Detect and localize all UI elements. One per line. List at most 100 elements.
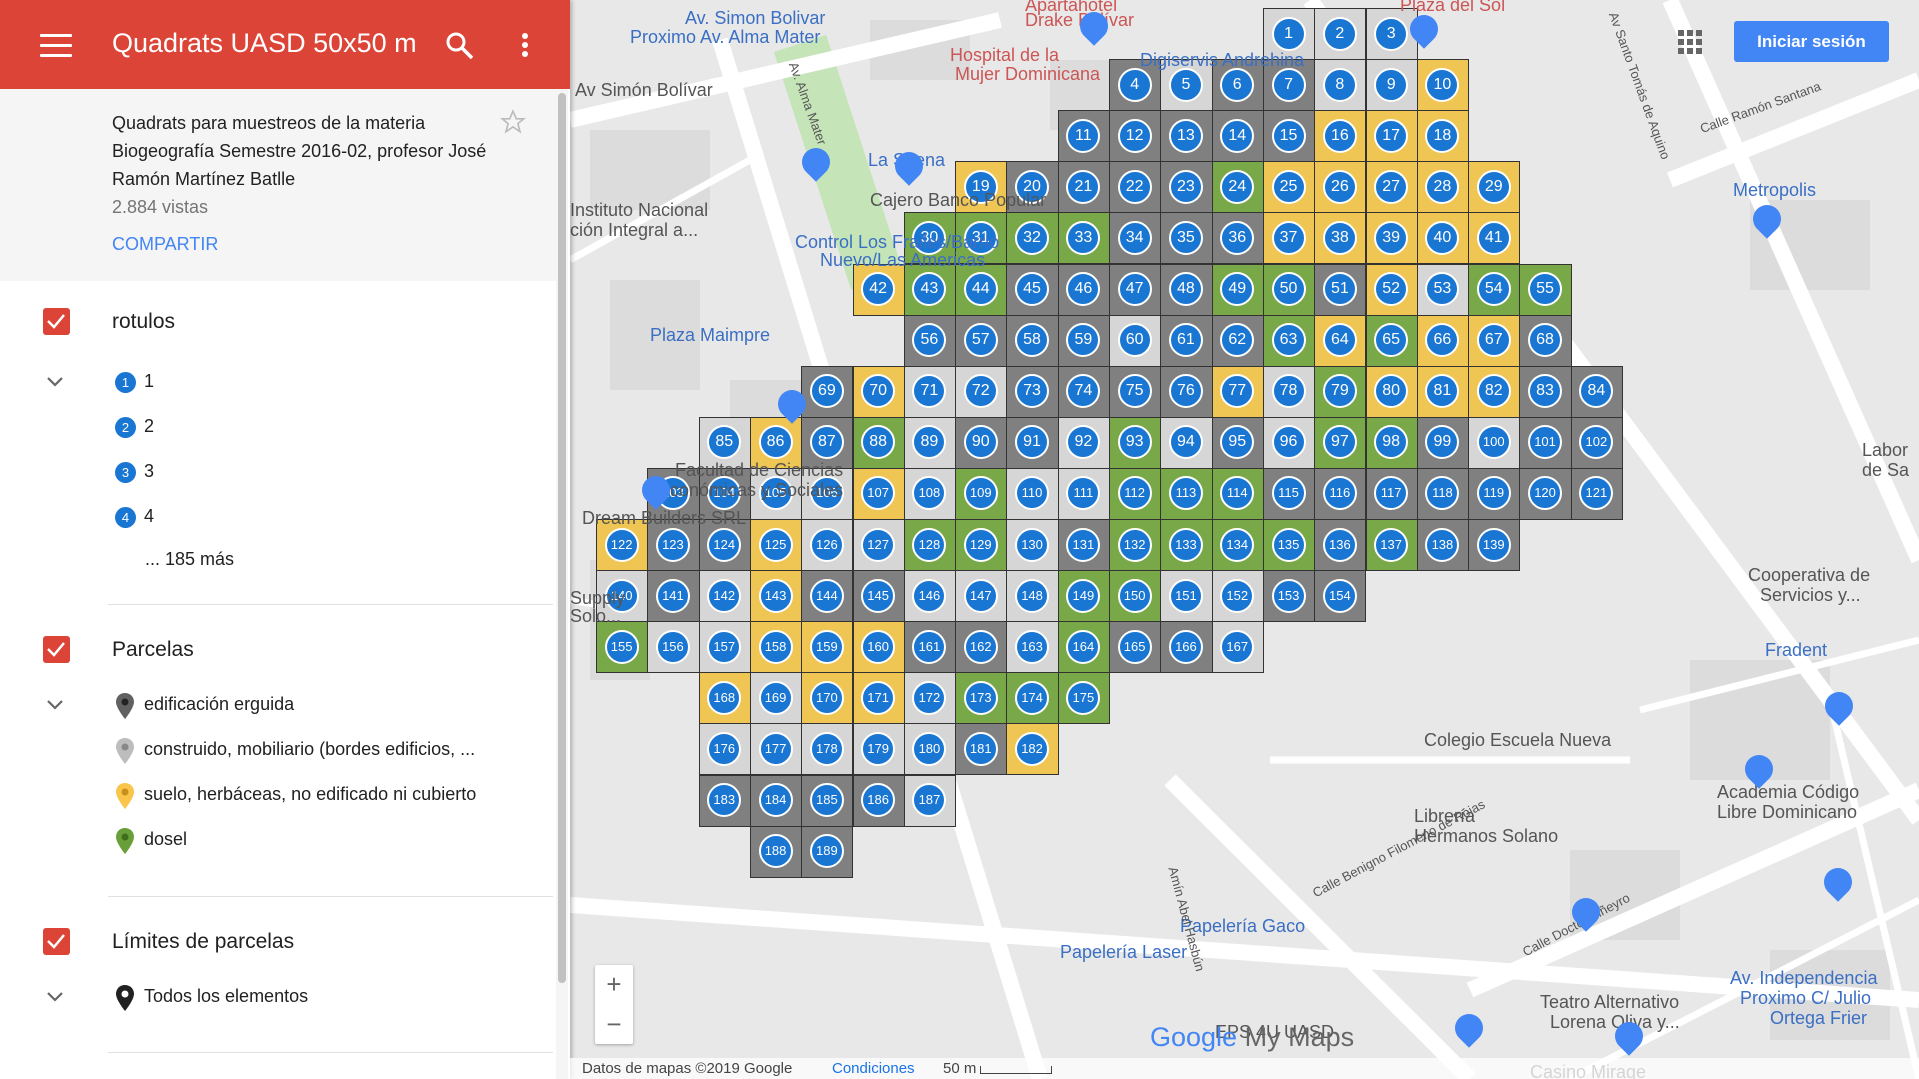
quadrat-label-marker[interactable]: 79 <box>1322 374 1357 409</box>
quadrat-label-marker[interactable]: 169 <box>758 680 793 715</box>
quadrat-label-marker[interactable]: 143 <box>758 578 793 613</box>
quadrat-label-marker[interactable]: 82 <box>1476 374 1511 409</box>
place-label[interactable]: Servicios y... <box>1760 585 1861 606</box>
place-label[interactable]: Plaza del Sol <box>1400 0 1505 16</box>
quadrat-label-marker[interactable]: 119 <box>1476 476 1511 511</box>
place-label[interactable]: Solo... <box>570 606 621 627</box>
quadrat-label-marker[interactable]: 153 <box>1271 578 1306 613</box>
quadrat-label-marker[interactable]: 147 <box>963 578 998 613</box>
quadrat-label-marker[interactable]: 137 <box>1374 527 1409 562</box>
quadrat-label-marker[interactable]: 75 <box>1117 374 1152 409</box>
quadrat-label-marker[interactable]: 176 <box>707 731 742 766</box>
quadrat-label-marker[interactable]: 9 <box>1374 67 1409 102</box>
place-label[interactable]: Plaza Maimpre <box>650 325 770 346</box>
place-label[interactable]: Papelería Laser <box>1060 942 1187 963</box>
quadrat-label-marker[interactable]: 60 <box>1117 323 1152 358</box>
zoom-out-button[interactable]: − <box>595 1005 633 1044</box>
quadrat-label-marker[interactable]: 27 <box>1374 169 1409 204</box>
quadrat-label-marker[interactable]: 159 <box>809 629 844 664</box>
quadrat-label-marker[interactable]: 124 <box>707 527 742 562</box>
apps-grid-icon[interactable] <box>1678 30 1702 54</box>
more-vertical-icon[interactable] <box>515 30 535 62</box>
quadrat-label-marker[interactable]: 157 <box>707 629 742 664</box>
quadrat-label-marker[interactable]: 41 <box>1476 220 1511 255</box>
place-label[interactable]: Dream Builders SRL <box>582 508 746 529</box>
quadrat-label-marker[interactable]: 141 <box>655 578 690 613</box>
quadrat-label-marker[interactable]: 115 <box>1271 476 1306 511</box>
quadrat-label-marker[interactable]: 129 <box>963 527 998 562</box>
quadrat-label-marker[interactable]: 63 <box>1271 323 1306 358</box>
share-link[interactable]: COMPARTIR <box>112 234 218 255</box>
place-label[interactable]: Nuevo/Las Americas <box>820 250 985 271</box>
quadrat-label-marker[interactable]: 25 <box>1271 169 1306 204</box>
quadrat-label-marker[interactable]: 38 <box>1322 220 1357 255</box>
layer-rotulos-checkbox[interactable] <box>43 308 70 335</box>
quadrat-label-marker[interactable]: 134 <box>1220 527 1255 562</box>
quadrat-label-marker[interactable]: 2 <box>1322 16 1357 51</box>
quadrat-label-marker[interactable]: 151 <box>1168 578 1203 613</box>
quadrat-label-marker[interactable]: 136 <box>1322 527 1357 562</box>
quadrat-label-marker[interactable]: 67 <box>1476 323 1511 358</box>
place-label[interactable]: Instituto Nacional <box>570 200 708 221</box>
chevron-down-icon[interactable] <box>45 375 65 389</box>
quadrat-label-marker[interactable]: 50 <box>1271 272 1306 307</box>
terms-link[interactable]: Condiciones <box>832 1060 915 1077</box>
quadrat-label-marker[interactable]: 15 <box>1271 118 1306 153</box>
quadrat-label-marker[interactable]: 12 <box>1117 118 1152 153</box>
quadrat-label-marker[interactable]: 58 <box>1015 323 1050 358</box>
quadrat-label-marker[interactable]: 3 <box>1374 16 1409 51</box>
quadrat-label-marker[interactable]: 21 <box>1066 169 1101 204</box>
quadrat-label-marker[interactable]: 32 <box>1015 220 1050 255</box>
sidebar-scrollbar[interactable] <box>556 89 568 1079</box>
quadrat-label-marker[interactable]: 8 <box>1322 67 1357 102</box>
layer-limites-checkbox[interactable] <box>43 928 70 955</box>
layer-parcelas-checkbox[interactable] <box>43 636 70 663</box>
quadrat-label-marker[interactable]: 1 <box>1271 16 1306 51</box>
quadrat-label-marker[interactable]: 76 <box>1168 374 1203 409</box>
quadrat-label-marker[interactable]: 164 <box>1066 629 1101 664</box>
quadrat-label-marker[interactable]: 171 <box>861 680 896 715</box>
quadrat-label-marker[interactable]: 184 <box>758 783 793 818</box>
quadrat-label-marker[interactable]: 10 <box>1425 67 1460 102</box>
quadrat-label-marker[interactable]: 125 <box>758 527 793 562</box>
quadrat-label-marker[interactable]: 64 <box>1322 323 1357 358</box>
place-label[interactable]: Fradent <box>1765 640 1827 661</box>
quadrat-label-marker[interactable]: 156 <box>655 629 690 664</box>
hamburger-icon[interactable] <box>40 30 72 60</box>
quadrat-label-marker[interactable]: 178 <box>809 731 844 766</box>
quadrat-label-marker[interactable]: 130 <box>1015 527 1050 562</box>
more-items-link[interactable]: ... 185 más <box>145 549 234 570</box>
chevron-down-icon[interactable] <box>45 698 65 712</box>
quadrat-label-marker[interactable]: 44 <box>963 272 998 307</box>
quadrat-label-marker[interactable]: 131 <box>1066 527 1101 562</box>
quadrat-label-marker[interactable]: 48 <box>1168 272 1203 307</box>
quadrat-label-marker[interactable]: 161 <box>912 629 947 664</box>
quadrat-label-marker[interactable]: 17 <box>1374 118 1409 153</box>
quadrat-label-marker[interactable]: 168 <box>707 680 742 715</box>
quadrat-label-marker[interactable]: 152 <box>1220 578 1255 613</box>
quadrat-label-marker[interactable]: 93 <box>1117 425 1152 460</box>
quadrat-label-marker[interactable]: 14 <box>1220 118 1255 153</box>
quadrat-label-marker[interactable]: 182 <box>1015 731 1050 766</box>
quadrat-label-marker[interactable]: 5 <box>1168 67 1203 102</box>
place-label[interactable]: Colegio Escuela Nueva <box>1424 730 1611 751</box>
place-label[interactable]: Academia Código <box>1717 782 1859 803</box>
quadrat-label-marker[interactable]: 146 <box>912 578 947 613</box>
quadrat-label-marker[interactable]: 7 <box>1271 67 1306 102</box>
place-label[interactable]: Económicas y Sociales <box>658 480 843 501</box>
quadrat-label-marker[interactable]: 55 <box>1528 272 1563 307</box>
place-label[interactable]: Digiservis Andrehina <box>1140 50 1304 71</box>
quadrat-label-marker[interactable]: 51 <box>1322 272 1357 307</box>
quadrat-label-marker[interactable]: 167 <box>1220 629 1255 664</box>
quadrat-label-marker[interactable]: 139 <box>1476 527 1511 562</box>
quadrat-label-marker[interactable]: 189 <box>809 834 844 869</box>
place-label[interactable]: Facultad de Ciencias <box>675 460 843 481</box>
search-icon[interactable] <box>444 30 476 62</box>
quadrat-label-marker[interactable]: 123 <box>655 527 690 562</box>
quadrat-label-marker[interactable]: 154 <box>1322 578 1357 613</box>
quadrat-label-marker[interactable]: 6 <box>1220 67 1255 102</box>
quadrat-label-marker[interactable]: 126 <box>809 527 844 562</box>
quadrat-label-marker[interactable]: 61 <box>1168 323 1203 358</box>
quadrat-label-marker[interactable]: 122 <box>604 527 639 562</box>
quadrat-label-marker[interactable]: 173 <box>963 680 998 715</box>
